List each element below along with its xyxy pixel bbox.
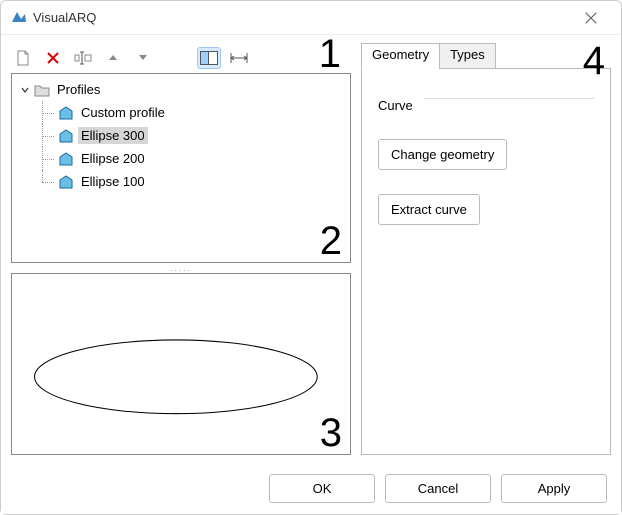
group-curve-label: Curve: [378, 98, 419, 113]
change-geometry-button[interactable]: Change geometry: [378, 139, 507, 170]
tab-geometry[interactable]: Geometry: [361, 43, 440, 69]
annotation-1: 1: [319, 32, 341, 77]
preview-toggle-icon[interactable]: [197, 47, 221, 69]
tree-panel[interactable]: Profiles Custom profile Ellipse 300: [11, 73, 351, 263]
tree-item[interactable]: Ellipse 100: [16, 170, 346, 193]
tree-item-label: Ellipse 100: [78, 173, 148, 190]
preview-panel[interactable]: 3: [11, 273, 351, 455]
rename-icon[interactable]: [71, 47, 95, 69]
tab-pane-geometry: Curve Change geometry Extract curve: [361, 68, 611, 455]
app-icon: [11, 10, 27, 26]
left-pane: 1 Profiles Custom profile: [11, 43, 351, 455]
move-down-icon[interactable]: [131, 47, 155, 69]
tree-root-label: Profiles: [54, 81, 103, 98]
toolbar: 1: [11, 43, 351, 73]
dimension-icon[interactable]: [227, 47, 251, 69]
tree: Profiles Custom profile Ellipse 300: [12, 74, 350, 197]
tree-root[interactable]: Profiles: [16, 78, 346, 101]
extract-curve-button[interactable]: Extract curve: [378, 194, 480, 225]
footer: OK Cancel Apply: [1, 462, 621, 514]
delete-icon[interactable]: [41, 47, 65, 69]
tabstrip: Geometry Types: [361, 43, 611, 69]
apply-button[interactable]: Apply: [501, 474, 607, 503]
move-up-icon[interactable]: [101, 47, 125, 69]
close-button[interactable]: [571, 4, 611, 32]
group-curve: Curve: [378, 98, 594, 99]
tree-item[interactable]: Custom profile: [16, 101, 346, 124]
cancel-button[interactable]: Cancel: [385, 474, 491, 503]
tree-item[interactable]: Ellipse 300: [16, 124, 346, 147]
folder-icon: [34, 82, 50, 98]
chevron-down-icon[interactable]: [20, 85, 30, 95]
profile-icon: [58, 151, 74, 167]
tree-item-label: Custom profile: [78, 104, 168, 121]
tab-types[interactable]: Types: [439, 43, 496, 69]
tree-item-label: Ellipse 300: [78, 127, 148, 144]
new-icon[interactable]: [11, 47, 35, 69]
tree-item[interactable]: Ellipse 200: [16, 147, 346, 170]
titlebar: VisualARQ: [1, 1, 621, 35]
window-title: VisualARQ: [33, 10, 571, 25]
profile-icon: [58, 128, 74, 144]
preview-ellipse: [12, 274, 350, 454]
annotation-2: 2: [320, 219, 342, 263]
content: 1 Profiles Custom profile: [1, 35, 621, 455]
profile-icon: [58, 105, 74, 121]
ok-button[interactable]: OK: [269, 474, 375, 503]
profile-icon: [58, 174, 74, 190]
right-pane: Geometry Types Curve Change geometry Ext…: [361, 43, 611, 455]
splitter[interactable]: .....: [11, 263, 351, 273]
tree-item-label: Ellipse 200: [78, 150, 148, 167]
